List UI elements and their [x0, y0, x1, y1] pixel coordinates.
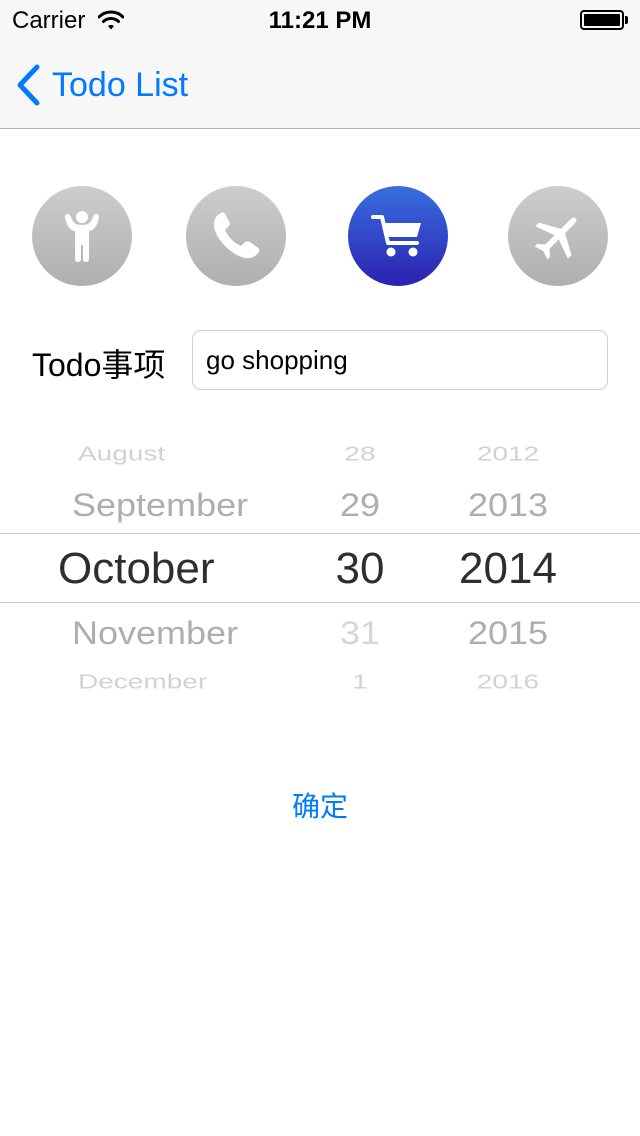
picker-month-item[interactable]: December: [78, 670, 348, 693]
status-bar: Carrier 11:21 PM: [0, 0, 640, 40]
category-phone-button[interactable]: [186, 186, 286, 286]
todo-label: Todo事项: [32, 347, 166, 383]
phone-icon: [213, 212, 260, 259]
picker-day-selected[interactable]: 30: [312, 544, 408, 594]
picker-year-item[interactable]: 2016: [440, 670, 576, 693]
airplane-icon: [534, 217, 577, 260]
picker-year-selected[interactable]: 2014: [440, 544, 576, 594]
date-picker[interactable]: August September October November Decemb…: [0, 420, 640, 700]
back-button-label: Todo List: [52, 65, 189, 104]
picker-selection-bottom-line: [0, 602, 640, 603]
picker-day-item[interactable]: 31: [312, 614, 408, 652]
person-icon: [65, 211, 99, 262]
category-person-button[interactable]: [32, 186, 132, 286]
picker-selection-top-line: [0, 533, 640, 534]
shopping-cart-icon: [371, 215, 421, 257]
picker-month-item[interactable]: August: [78, 442, 348, 465]
picker-month-item[interactable]: September: [72, 486, 342, 524]
picker-year-item[interactable]: 2015: [440, 614, 576, 652]
back-button[interactable]: Todo List: [14, 62, 188, 108]
category-travel-button[interactable]: [508, 186, 608, 286]
picker-day-item[interactable]: 28: [312, 442, 408, 465]
todo-input[interactable]: [192, 330, 608, 390]
navigation-bar: Todo List: [0, 40, 640, 129]
status-time: 11:21 PM: [268, 7, 372, 34]
confirm-button[interactable]: 确定: [0, 785, 640, 825]
picker-day-item[interactable]: 29: [312, 486, 408, 524]
category-shopping-button[interactable]: [348, 186, 448, 286]
chevron-left-icon: [17, 64, 40, 106]
picker-year-item[interactable]: 2012: [440, 442, 576, 465]
picker-month-item[interactable]: November: [72, 614, 342, 652]
picker-day-item[interactable]: 1: [312, 670, 408, 693]
picker-month-selected[interactable]: October: [58, 544, 328, 594]
picker-year-item[interactable]: 2013: [440, 486, 576, 524]
battery-icon: [580, 10, 628, 30]
